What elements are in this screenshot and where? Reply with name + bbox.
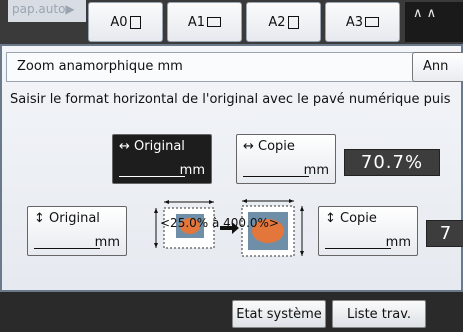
vertical-copy-button[interactable]: ↕ Copie mm	[318, 206, 418, 256]
horizontal-original-label: ↔ Original	[119, 139, 185, 154]
portrait-page-icon	[287, 15, 299, 29]
anamorphic-zoom-panel: Zoom anamorphique mm Ann Saisir le forma…	[0, 44, 463, 292]
job-list-label: Liste trav.	[346, 306, 412, 322]
vertical-ratio-value: 7	[439, 223, 453, 244]
tab-more-label: ∧ ∧	[413, 6, 437, 21]
job-list-button[interactable]: Liste trav.	[332, 300, 426, 328]
tab-a1[interactable]: A1	[167, 2, 242, 42]
cancel-button-label: Ann	[423, 59, 449, 74]
paper-size-tab-bar: pap.auto▶ A0 A1 A2 A3 ∧ ∧	[0, 0, 463, 44]
vertical-original-unit: mm	[94, 235, 120, 250]
zoom-range-text: <25.0% à 400.0%>	[160, 216, 279, 230]
bottom-status-bar: Etat système Liste trav.	[0, 296, 463, 332]
vertical-copy-unit: mm	[385, 235, 411, 250]
system-status-label: Etat système	[236, 306, 322, 322]
tab-more[interactable]: ∧ ∧	[405, 2, 463, 42]
vertical-ratio-display: 7	[426, 220, 463, 247]
horizontal-copy-value-line	[243, 176, 309, 177]
landscape-page-icon	[365, 17, 380, 27]
panel-title: Zoom anamorphique mm	[6, 52, 463, 82]
panel-title-text: Zoom anamorphique mm	[17, 59, 183, 74]
system-status-button[interactable]: Etat système	[232, 300, 326, 328]
landscape-page-icon	[207, 17, 222, 27]
vertical-original-label: ↕ Original	[34, 211, 100, 226]
horizontal-ratio-value: 70.7%	[360, 152, 424, 173]
horizontal-original-value-line	[119, 176, 185, 177]
tab-auto-paper[interactable]: pap.auto▶	[8, 0, 86, 22]
vertical-copy-label: ↕ Copie	[325, 211, 377, 226]
horizontal-copy-unit: mm	[303, 163, 329, 178]
tab-a0[interactable]: A0	[88, 2, 163, 42]
vertical-copy-value-line	[325, 248, 391, 249]
horizontal-original-unit: mm	[179, 163, 205, 178]
tab-a1-label: A1	[187, 14, 206, 30]
tab-auto-label: pap.auto▶	[12, 2, 75, 16]
vertical-original-button[interactable]: ↕ Original mm	[27, 206, 127, 256]
vertical-original-value-line	[34, 248, 100, 249]
tab-a3[interactable]: A3	[325, 2, 400, 42]
horizontal-original-button[interactable]: ↔ Original mm	[112, 134, 212, 184]
horizontal-copy-label: ↔ Copie	[243, 139, 295, 154]
instruction-text: Saisir le format horizontal de l'origina…	[10, 92, 451, 107]
tab-a0-label: A0	[110, 14, 128, 30]
cancel-button[interactable]: Ann	[412, 52, 463, 82]
portrait-page-icon	[129, 15, 141, 29]
horizontal-copy-button[interactable]: ↔ Copie mm	[236, 134, 336, 184]
tab-a2-label: A2	[268, 14, 286, 30]
tab-a3-label: A3	[345, 14, 364, 30]
tab-a2[interactable]: A2	[246, 2, 321, 42]
horizontal-ratio-display: 70.7%	[344, 149, 440, 176]
